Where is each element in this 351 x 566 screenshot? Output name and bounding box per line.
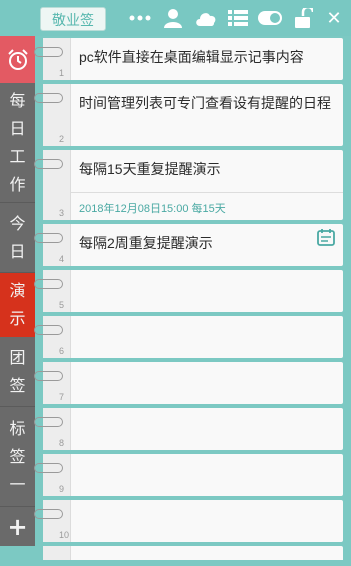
note-gutter [43,316,71,358]
sidebar-alarm-button[interactable] [0,36,35,83]
app-logo: 敬业签 [40,7,106,31]
note-card[interactable]: 6 [34,316,343,358]
close-icon[interactable]: ✕ [322,6,346,30]
sidebar-item-char: 签 [9,375,26,395]
note-gutter [43,38,71,80]
note-gutter [43,362,71,404]
sidebar-item-char: 每 [9,90,26,110]
calendar-icon[interactable] [317,228,335,246]
sidebar-item-tag[interactable]: 标 签 一 [0,407,35,507]
sidebar-item-char: 标 [9,418,26,438]
binder-ring-icon [34,463,63,473]
cloud-icon[interactable] [194,6,218,30]
note-gutter [43,408,71,450]
note-gutter [43,546,71,560]
toggle-icon[interactable] [258,6,282,30]
unlock-icon[interactable] [292,6,316,30]
note-card[interactable]: 7 [34,362,343,404]
sidebar-item-today[interactable]: 今 日 [0,203,35,273]
note-card[interactable]: 2 时间管理列表可专门查看设有提醒的日程 [34,84,343,146]
note-card[interactable]: 5 [34,270,343,312]
user-icon[interactable] [161,6,185,30]
sidebar-item-char: 日 [9,241,26,261]
note-number: 3 [59,208,65,218]
binder-ring-icon [34,47,63,57]
sidebar-item-char: 日 [9,118,26,138]
sidebar-item-demo[interactable]: 演 示 [0,273,35,337]
binder-ring-icon [34,159,63,169]
alarm-clock-icon [7,48,28,70]
note-card[interactable]: 1 pc软件直接在桌面编辑显示记事内容 [34,38,343,80]
note-number: 10 [59,530,70,540]
note-text[interactable]: 每隔2周重复提醒演示 [79,232,335,254]
sidebar-item-char: 工 [9,146,26,166]
note-number: 9 [59,484,65,494]
plus-icon: + [7,512,28,541]
binder-ring-icon [34,417,63,427]
sidebar: 每 日 工 作 今 日 演 示 团 签 标 签 一 + [0,36,35,546]
note-card[interactable]: 3 每隔15天重复提醒演示 2018年12月08日15:00 每15天 [34,150,343,220]
binder-ring-icon [34,371,63,381]
note-number: 6 [59,346,65,356]
sidebar-item-char: 今 [9,213,26,233]
note-gutter [43,224,71,266]
note-gutter [43,270,71,312]
binder-ring-icon [34,509,63,519]
binder-ring-icon [34,325,63,335]
top-bar: 敬业签 ✕ [0,0,351,36]
note-text[interactable]: pc软件直接在桌面编辑显示记事内容 [79,46,335,68]
note-card[interactable]: 8 [34,408,343,450]
sidebar-item-team[interactable]: 团 签 [0,337,35,407]
more-icon[interactable] [128,6,152,30]
note-text[interactable]: 每隔15天重复提醒演示 [79,158,335,180]
note-card-partial [43,546,343,560]
note-card[interactable]: 10 [34,500,343,542]
sidebar-item-char: 签 [9,446,26,466]
note-card[interactable]: 4 每隔2周重复提醒演示 [34,224,343,266]
binder-ring-icon [34,93,63,103]
sidebar-add-button[interactable]: + [0,507,35,546]
binder-ring-icon [34,279,63,289]
note-number: 5 [59,300,65,310]
note-reminder-text[interactable]: 2018年12月08日15:00 每15天 [79,200,226,216]
note-text[interactable]: 时间管理列表可专门查看设有提醒的日程 [79,92,335,114]
sidebar-item-char: 一 [9,474,26,494]
binder-ring-icon [34,233,63,243]
sidebar-item-char: 作 [9,174,26,194]
sidebar-item-daily-work[interactable]: 每 日 工 作 [0,83,35,203]
note-number: 7 [59,392,65,402]
notes-panel: 1 pc软件直接在桌面编辑显示记事内容 2 时间管理列表可专门查看设有提醒的日程… [34,36,351,566]
note-gutter [43,454,71,496]
note-number: 8 [59,438,65,448]
note-number: 2 [59,134,65,144]
note-number: 1 [59,68,65,78]
sidebar-item-char: 演 [9,281,26,300]
list-icon[interactable] [226,6,250,30]
note-number: 4 [59,254,65,264]
note-card[interactable]: 9 [34,454,343,496]
sidebar-item-char: 团 [9,347,26,367]
note-divider [71,192,343,193]
sidebar-item-char: 示 [9,309,26,328]
